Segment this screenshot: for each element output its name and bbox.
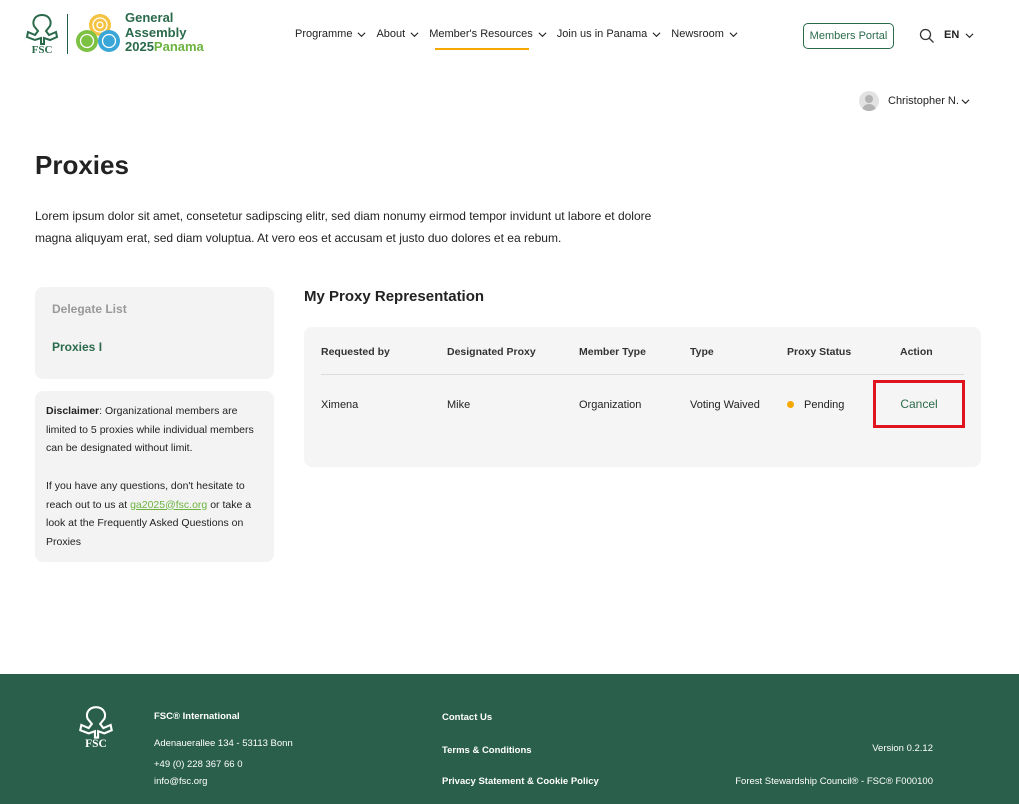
brand-year: 2025 (125, 39, 154, 54)
svg-text:FSC: FSC (32, 44, 53, 54)
logo-divider (67, 14, 68, 54)
fsc-logo-white: FSC (79, 706, 113, 748)
nav-item-about[interactable]: About (376, 28, 419, 40)
nav-item-members-resources[interactable]: Member's Resources (429, 28, 547, 50)
nav-item-programme[interactable]: Programme (295, 28, 366, 40)
avatar (859, 91, 879, 111)
help-text: If you have any questions, don't hesitat… (46, 477, 263, 552)
brand-title-line2: Assembly (125, 24, 187, 40)
table-divider (321, 374, 964, 375)
search-icon[interactable] (919, 28, 935, 44)
cell-proxy-status: Pending (804, 399, 845, 411)
column-header-requested-by: Requested by (321, 346, 390, 358)
site-header: FSC General Assembly 2025Panama Programm… (0, 0, 1019, 72)
disclaimer-box: Disclaimer: Organizational members are l… (35, 391, 274, 562)
cell-requested-by: Ximena (321, 399, 359, 411)
page-intro: Lorem ipsum dolor sit amet, consetetur s… (35, 209, 652, 245)
chevron-down-icon (729, 31, 738, 37)
fsc-logo[interactable]: FSC (24, 12, 60, 54)
footer-link-contact[interactable]: Contact Us (442, 712, 492, 723)
nav-label: Newsroom (671, 28, 724, 40)
chevron-down-icon (410, 31, 419, 37)
site-footer: FSC FSC® International Adenauerallee 134… (0, 674, 1019, 804)
footer-org-name: FSC® International (154, 711, 240, 722)
nav-item-newsroom[interactable]: Newsroom (671, 28, 738, 40)
chevron-down-icon (961, 98, 970, 104)
nav-item-join-us[interactable]: Join us in Panama (557, 28, 662, 40)
column-header-proxy-status: Proxy Status (787, 346, 852, 358)
footer-phone: +49 (0) 228 367 66 0 (154, 759, 243, 770)
brand-title-line1: General (125, 10, 174, 25)
footer-link-privacy[interactable]: Privacy Statement & Cookie Policy (442, 776, 599, 787)
column-header-member-type: Member Type (579, 346, 646, 358)
cancel-proxy-button[interactable]: Cancel (873, 380, 965, 428)
help-email-link[interactable]: ga2025@fsc.org (130, 499, 207, 511)
footer-version: Version 0.2.12 (872, 743, 933, 754)
chevron-down-icon (538, 31, 547, 37)
sidebar-item-proxies[interactable]: Proxies I (52, 340, 102, 354)
sidebar-item-delegate-list[interactable]: Delegate List (52, 302, 127, 316)
footer-address: Adenauerallee 134 - 53113 Bonn (154, 738, 293, 749)
column-header-type: Type (690, 346, 714, 358)
cell-designated-proxy: Mike (447, 399, 471, 411)
cell-type: Voting Waived (690, 399, 760, 411)
nav-label: Programme (295, 28, 353, 40)
sidebar-nav: Delegate List Proxies I (35, 287, 274, 379)
section-title: My Proxy Representation (304, 288, 485, 305)
disclaimer-label: Disclaimer (46, 405, 100, 417)
brand-place: Panama (153, 39, 204, 54)
proxy-table: Requested by Designated Proxy Member Typ… (304, 327, 981, 467)
page-title: Proxies (35, 150, 129, 180)
column-header-action: Action (900, 346, 933, 358)
chevron-down-icon (965, 32, 974, 38)
language-selector[interactable]: EN (944, 29, 974, 41)
user-name: Christopher N. (888, 95, 959, 107)
nav-label: About (376, 28, 406, 40)
nav-label: Join us in Panama (556, 28, 648, 40)
user-menu[interactable]: Christopher N. (859, 91, 970, 111)
svg-text:FSC: FSC (85, 738, 107, 748)
footer-copyright: Forest Stewardship Council® - FSC® F0001… (735, 776, 933, 787)
general-assembly-logo[interactable] (74, 12, 122, 54)
language-label: EN (944, 29, 960, 41)
brand-title[interactable]: General Assembly 2025Panama (125, 10, 204, 55)
footer-email[interactable]: info@fsc.org (154, 776, 207, 787)
disclaimer-text: Disclaimer: Organizational members are l… (46, 402, 263, 458)
chevron-down-icon (652, 31, 661, 37)
brand-title-line3: 2025Panama (125, 39, 204, 55)
status-pending-dot-icon (787, 401, 794, 408)
members-portal-button[interactable]: Members Portal (803, 23, 894, 49)
cell-member-type: Organization (579, 399, 642, 411)
main-nav: Programme About Member's Resources Join … (295, 28, 748, 50)
chevron-down-icon (357, 31, 366, 37)
footer-link-terms[interactable]: Terms & Conditions (442, 745, 532, 756)
column-header-designated-proxy: Designated Proxy (447, 346, 536, 358)
nav-label: Member's Resources (429, 28, 533, 40)
